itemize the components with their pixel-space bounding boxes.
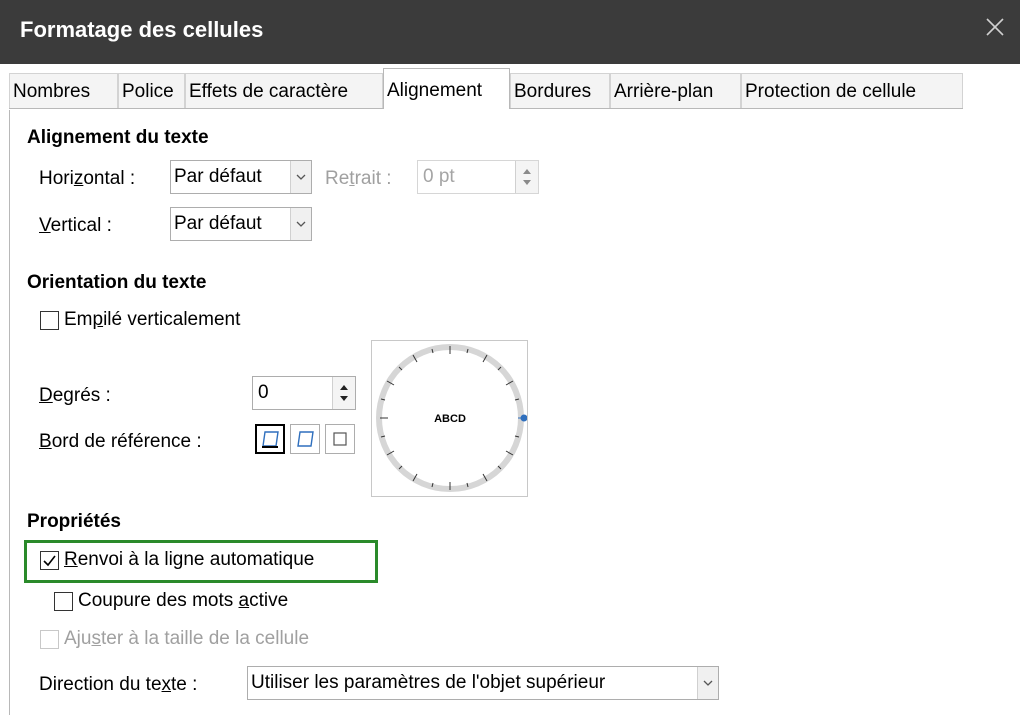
tab-alignment[interactable]: Alignement	[383, 68, 510, 109]
properties-heading: Propriétés	[27, 511, 121, 532]
indent-spinbox[interactable]: 0 pt	[417, 160, 539, 194]
checkmark-icon	[43, 555, 56, 567]
rotation-dial-graphic: ABCD	[376, 344, 528, 492]
dialog-titlebar: Formatage des cellules	[0, 0, 1020, 64]
cell-inside-icon	[333, 432, 347, 446]
rotation-dial[interactable]: ABCD	[371, 340, 528, 497]
tab-font-effects[interactable]: Effets de caractère	[185, 73, 383, 108]
horizontal-select[interactable]: Par défaut	[170, 160, 312, 194]
tab-font[interactable]: Police	[118, 73, 185, 108]
tab-background[interactable]: Arrière-plan	[610, 73, 741, 108]
chevron-down-icon[interactable]	[697, 667, 718, 699]
spin-arrows-icon[interactable]	[332, 377, 355, 409]
tab-numbers[interactable]: Nombres	[9, 73, 118, 108]
reference-edge-inside-button[interactable]	[325, 424, 355, 454]
cell-bottom-edge-icon	[262, 431, 279, 448]
reference-edge-top-button[interactable]	[290, 424, 320, 454]
dial-label: ABCD	[434, 413, 466, 425]
degrees-value: 0	[258, 382, 269, 403]
vertical-select-value: Par défaut	[174, 213, 262, 234]
text-direction-value: Utiliser les paramètres de l'objet supér…	[251, 672, 606, 693]
spin-arrows-icon[interactable]	[515, 161, 538, 193]
close-icon[interactable]	[980, 12, 1010, 42]
stacked-vertically-checkbox[interactable]	[40, 311, 59, 330]
degrees-spinbox[interactable]: 0	[252, 376, 356, 410]
stacked-vertically-label: Empilé verticalement	[64, 309, 241, 330]
indent-value: 0 pt	[423, 166, 455, 187]
degrees-label: Degrés :	[39, 385, 111, 406]
tab-cell-protection[interactable]: Protection de cellule	[741, 73, 963, 108]
cell-top-edge-icon	[297, 431, 314, 447]
hyphenation-checkbox[interactable]	[54, 592, 73, 611]
text-direction-label: Direction du texte :	[39, 674, 198, 695]
text-alignment-heading: Alignement du texte	[27, 127, 209, 148]
vertical-select[interactable]: Par défaut	[170, 207, 312, 241]
chevron-down-icon[interactable]	[290, 161, 311, 193]
horizontal-select-value: Par défaut	[174, 166, 262, 187]
indent-label: Retrait :	[325, 168, 392, 189]
horizontal-label: Horizontal :	[39, 168, 136, 189]
chevron-down-icon[interactable]	[290, 208, 311, 240]
tab-borders[interactable]: Bordures	[510, 73, 610, 108]
reference-edge-bottom-button[interactable]	[255, 424, 285, 454]
shrink-to-fit-checkbox[interactable]	[40, 630, 59, 649]
text-orientation-heading: Orientation du texte	[27, 272, 207, 293]
vertical-label: Vertical :	[39, 215, 112, 236]
wrap-text-checkbox[interactable]	[40, 551, 59, 570]
tab-bar: Nombres Police Effets de caractère Align…	[0, 64, 1020, 110]
wrap-text-label: Renvoi à la ligne automatique	[64, 549, 315, 570]
text-direction-select[interactable]: Utiliser les paramètres de l'objet supér…	[247, 666, 719, 700]
dialog-title: Formatage des cellules	[20, 17, 264, 42]
reference-edge-label: Bord de référence :	[39, 431, 202, 452]
shrink-to-fit-label: Ajuster à la taille de la cellule	[64, 628, 310, 649]
hyphenation-label: Coupure des mots active	[78, 590, 289, 611]
